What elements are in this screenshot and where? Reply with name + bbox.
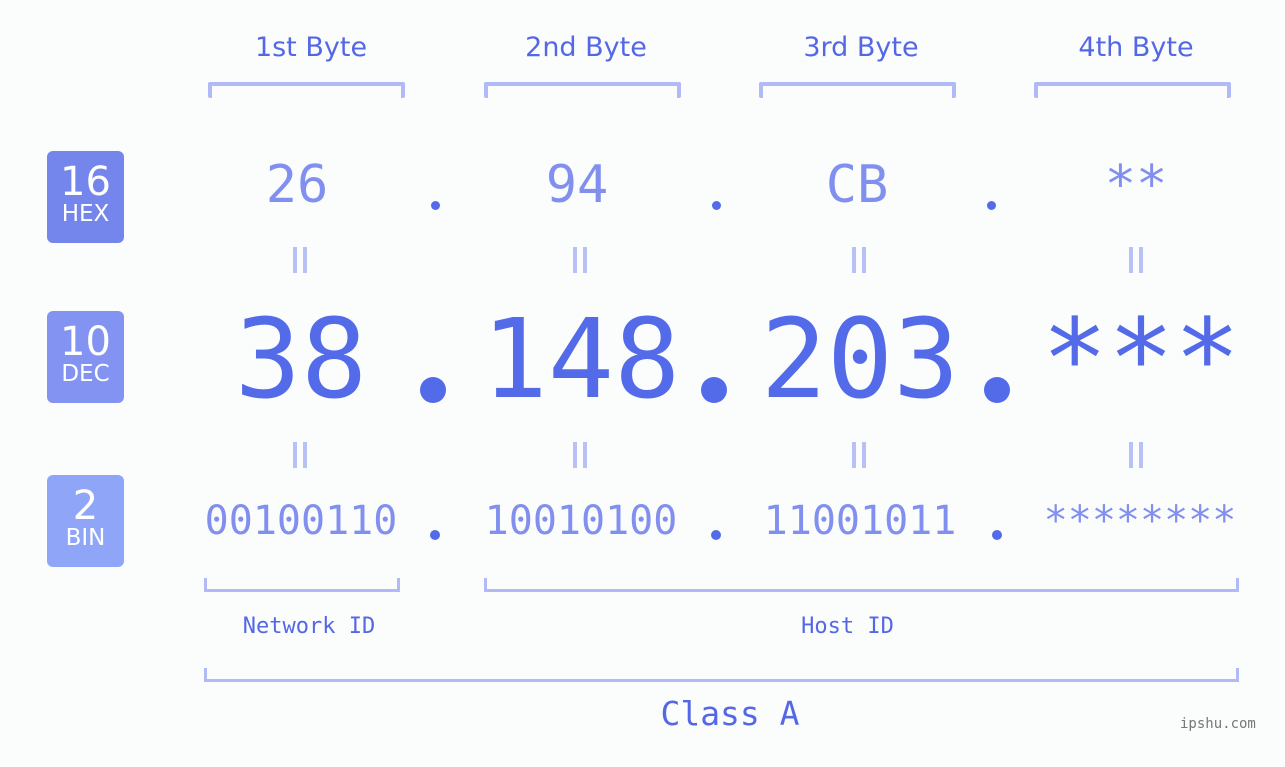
bin-badge: 2 BIN bbox=[47, 475, 124, 567]
hex-byte-3: CB bbox=[825, 155, 889, 215]
byte-header-2: 2nd Byte bbox=[525, 32, 647, 63]
hex-base: 16 bbox=[60, 159, 111, 205]
hex-dot-3 bbox=[987, 201, 996, 210]
dec-byte-2: 148 bbox=[481, 295, 681, 423]
dec-dot-1 bbox=[420, 377, 446, 403]
equals-icon bbox=[570, 247, 590, 273]
hex-byte-1: 26 bbox=[265, 155, 329, 215]
dec-dot-3 bbox=[984, 377, 1010, 403]
bin-byte-1: 00100110 bbox=[204, 498, 398, 544]
byte-header-3: 3rd Byte bbox=[803, 32, 919, 63]
bin-dot-1 bbox=[430, 530, 440, 540]
byte-bracket-3 bbox=[759, 82, 956, 98]
hex-dot-2 bbox=[712, 201, 721, 210]
equals-icon bbox=[849, 247, 869, 273]
dec-badge: 10 DEC bbox=[47, 311, 124, 403]
bin-byte-3: 11001011 bbox=[763, 498, 957, 544]
hex-dot-1 bbox=[431, 201, 440, 210]
class-label: Class A bbox=[660, 694, 800, 733]
host-id-label: Host ID bbox=[801, 614, 894, 639]
host-bracket bbox=[484, 578, 1239, 592]
byte-header-4: 4th Byte bbox=[1078, 32, 1194, 63]
bin-label: BIN bbox=[65, 525, 106, 551]
dec-byte-3: 203 bbox=[760, 295, 960, 423]
equals-icon bbox=[1126, 442, 1146, 468]
bin-byte-2: 10010100 bbox=[484, 498, 678, 544]
watermark: ipshu.com bbox=[1180, 716, 1256, 732]
equals-icon bbox=[290, 442, 310, 468]
hex-label: HEX bbox=[61, 201, 110, 227]
network-id-label: Network ID bbox=[242, 614, 376, 639]
byte-bracket-2 bbox=[484, 82, 681, 98]
bin-base: 2 bbox=[72, 483, 99, 529]
equals-icon bbox=[570, 442, 590, 468]
bin-byte-4: ******** bbox=[1043, 498, 1237, 544]
bin-dot-3 bbox=[992, 530, 1002, 540]
dec-base: 10 bbox=[60, 319, 111, 365]
equals-icon bbox=[849, 442, 869, 468]
class-bracket bbox=[204, 668, 1239, 682]
dec-dot-2 bbox=[701, 377, 727, 403]
network-bracket bbox=[204, 578, 400, 592]
dec-byte-1: 38 bbox=[234, 295, 368, 423]
dec-byte-4: *** bbox=[1041, 295, 1241, 423]
dec-label: DEC bbox=[61, 361, 110, 387]
bin-dot-2 bbox=[711, 530, 721, 540]
equals-icon bbox=[290, 247, 310, 273]
byte-bracket-1 bbox=[208, 82, 405, 98]
hex-badge: 16 HEX bbox=[47, 151, 124, 243]
hex-byte-4: ** bbox=[1104, 155, 1168, 215]
equals-icon bbox=[1126, 247, 1146, 273]
byte-bracket-4 bbox=[1034, 82, 1231, 98]
byte-header-1: 1st Byte bbox=[254, 32, 368, 63]
hex-byte-2: 94 bbox=[545, 155, 609, 215]
